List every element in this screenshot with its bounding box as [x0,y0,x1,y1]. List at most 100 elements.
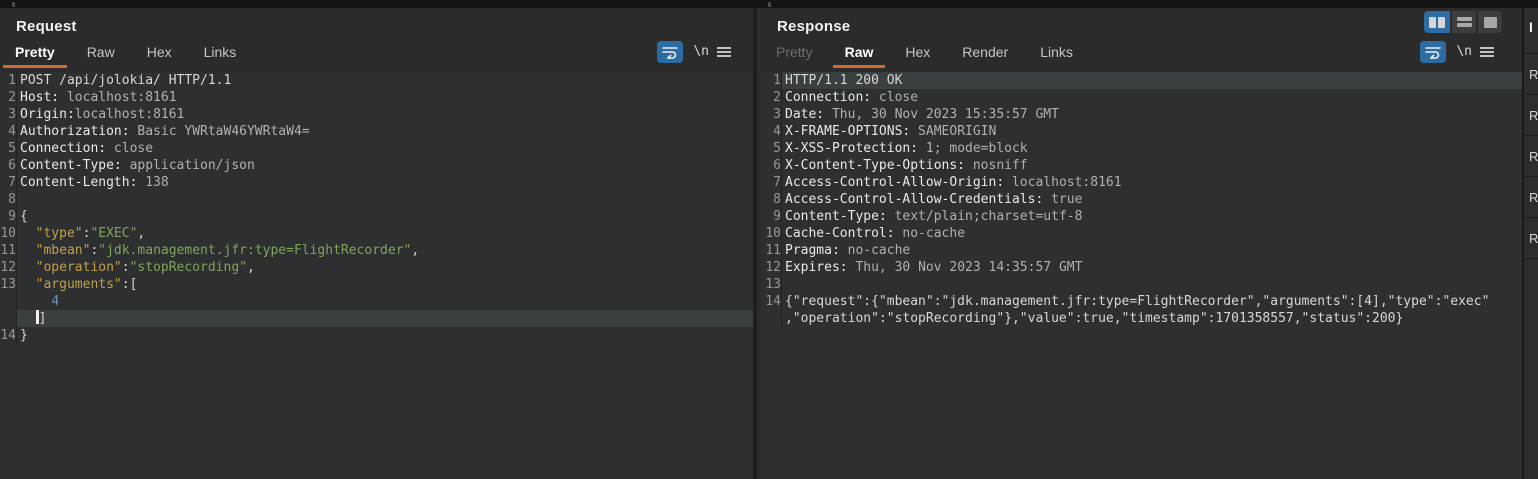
newline-toggle-button[interactable]: \n [1456,44,1472,59]
code-segment: localhost:8161 [59,90,176,105]
request-tabs: PrettyRawHexLinks [0,44,256,61]
code-segment: "operation" [36,260,122,275]
request-code-line[interactable]: 13 "arguments":[ [0,276,753,293]
request-code-line[interactable]: 6Content-Type: application/json [0,157,753,174]
code-segment: : [122,260,130,275]
response-code-line[interactable]: 5X-XSS-Protection: 1; mode=block [761,140,1522,157]
response-editor[interactable]: 1HTTP/1.1 200 OK2Connection: close3Date:… [761,72,1522,479]
request-code-line[interactable]: 11 "mbean":"jdk.management.jfr:type=Flig… [0,242,753,259]
code-text: Content-Type: application/json [17,157,753,174]
inspector-strip-item[interactable]: R [1524,177,1538,218]
hamburger-menu-icon[interactable] [717,45,731,59]
code-segment: "stopRecording" [130,260,247,275]
request-code-line[interactable]: 3Origin:localhost:8161 [0,106,753,123]
request-code-line[interactable]: 14} [0,327,753,344]
code-text: "arguments":[ [17,276,753,293]
code-segment: localhost:8161 [1004,175,1121,190]
code-text: 4 [17,293,753,310]
request-code-line[interactable]: 5Connection: close [0,140,753,157]
request-panel-title: Request [16,18,753,35]
response-code-line[interactable]: 9Content-Type: text/plain;charset=utf-8 [761,208,1522,225]
code-segment: "EXEC" [90,226,137,241]
code-text: Date: Thu, 30 Nov 2023 15:35:57 GMT [782,106,1522,123]
code-text: Host: localhost:8161 [17,89,753,106]
split-columns-layout-icon[interactable] [1424,11,1450,33]
response-tab-hex[interactable]: Hex [893,38,942,68]
request-tab-hex[interactable]: Hex [135,38,184,68]
response-code-line[interactable]: 3Date: Thu, 30 Nov 2023 15:35:57 GMT [761,106,1522,123]
code-text: Connection: close [782,89,1522,106]
code-segment: Authorization: [20,124,130,139]
split-rows-layout-icon[interactable] [1450,11,1476,33]
response-code-line[interactable]: 7Access-Control-Allow-Origin: localhost:… [761,174,1522,191]
code-segment: Content-Type: [785,209,887,224]
inspector-strip-title[interactable]: I [1524,8,1538,54]
response-code-line[interactable]: 12Expires: Thu, 30 Nov 2023 14:35:57 GMT [761,259,1522,276]
request-code-line[interactable]: 7Content-Length: 138 [0,174,753,191]
code-text: "mbean":"jdk.management.jfr:type=FlightR… [17,242,753,259]
response-tab-raw[interactable]: Raw [833,38,886,68]
code-text: Access-Control-Allow-Credentials: true [782,191,1522,208]
response-code-line[interactable]: 14{"request":{"mbean":"jdk.management.jf… [761,293,1522,310]
response-code-line[interactable]: 10Cache-Control: no-cache [761,225,1522,242]
inspector-strip-item[interactable]: R [1524,95,1538,136]
code-segment [20,294,51,309]
response-code-line[interactable]: 6X-Content-Type-Options: nosniff [761,157,1522,174]
code-segment: } [20,328,28,343]
inspector-strip-item[interactable]: R [1524,54,1538,95]
request-code-line[interactable]: 2Host: localhost:8161 [0,89,753,106]
response-code-line[interactable]: 1HTTP/1.1 200 OK [761,72,1522,89]
hamburger-menu-icon[interactable] [1480,45,1494,59]
request-tab-links[interactable]: Links [192,38,249,68]
response-tab-bar: PrettyRawHexRenderLinks \n [761,38,1522,68]
request-code-line[interactable]: 12 "operation":"stopRecording", [0,259,753,276]
code-text: Content-Length: 138 [17,174,753,191]
response-code-line[interactable]: 8Access-Control-Allow-Credentials: true [761,191,1522,208]
request-code-line[interactable]: 8 [0,191,753,208]
line-number: 12 [0,259,17,276]
code-segment: "mbean" [36,243,91,258]
request-editor[interactable]: 1POST /api/jolokia/ HTTP/1.12Host: local… [0,72,753,479]
code-segment: :[ [122,277,138,292]
code-segment: Pragma: [785,243,840,258]
response-code-line[interactable]: 4X-FRAME-OPTIONS: SAMEORIGIN [761,123,1522,140]
line-number: 4 [761,123,782,140]
line-number: 8 [761,191,782,208]
response-code-line[interactable]: 13 [761,276,1522,293]
request-tab-raw[interactable]: Raw [75,38,127,68]
splitter-handle[interactable] [768,2,771,7]
response-code-line[interactable]: ,"operation":"stopRecording"},"value":tr… [761,310,1522,327]
line-number: 5 [761,140,782,157]
code-segment: HTTP/1.1 200 OK [785,73,902,88]
response-panel: Response PrettyRawHexRenderLinks \n 1HTT… [761,8,1522,479]
request-code-line[interactable]: ] [0,310,753,327]
response-code-line[interactable]: 2Connection: close [761,89,1522,106]
line-number: 2 [761,89,782,106]
newline-toggle-button[interactable]: \n [693,44,709,59]
request-code-line[interactable]: 10 "type":"EXEC", [0,225,753,242]
splitter-handle[interactable] [12,2,15,7]
inspector-strip-item[interactable]: R [1524,136,1538,177]
request-tab-pretty[interactable]: Pretty [3,38,67,68]
response-code-line[interactable]: 11Pragma: no-cache [761,242,1522,259]
word-wrap-icon[interactable] [1420,41,1446,63]
request-code-line[interactable]: 1POST /api/jolokia/ HTTP/1.1 [0,72,753,89]
code-segment: SAMEORIGIN [910,124,996,139]
code-segment: Connection: [20,141,106,156]
code-text: "type":"EXEC", [17,225,753,242]
code-segment: "jdk.management.jfr:type=FlightRecorder" [98,243,411,258]
code-segment: application/json [122,158,255,173]
request-code-line[interactable]: 4 [0,293,753,310]
word-wrap-icon[interactable] [657,41,683,63]
code-segment: close [106,141,153,156]
code-segment: localhost:8161 [75,107,185,122]
request-code-line[interactable]: 4Authorization: Basic YWRtaW46YWRtaW4= [0,123,753,140]
code-text: POST /api/jolokia/ HTTP/1.1 [17,72,753,89]
single-pane-layout-icon[interactable] [1476,11,1502,33]
response-tab-render[interactable]: Render [950,38,1020,68]
code-segment [20,243,36,258]
code-segment: Connection: [785,90,871,105]
response-tab-links[interactable]: Links [1028,38,1085,68]
request-code-line[interactable]: 9{ [0,208,753,225]
inspector-strip-item[interactable]: R [1524,218,1538,259]
